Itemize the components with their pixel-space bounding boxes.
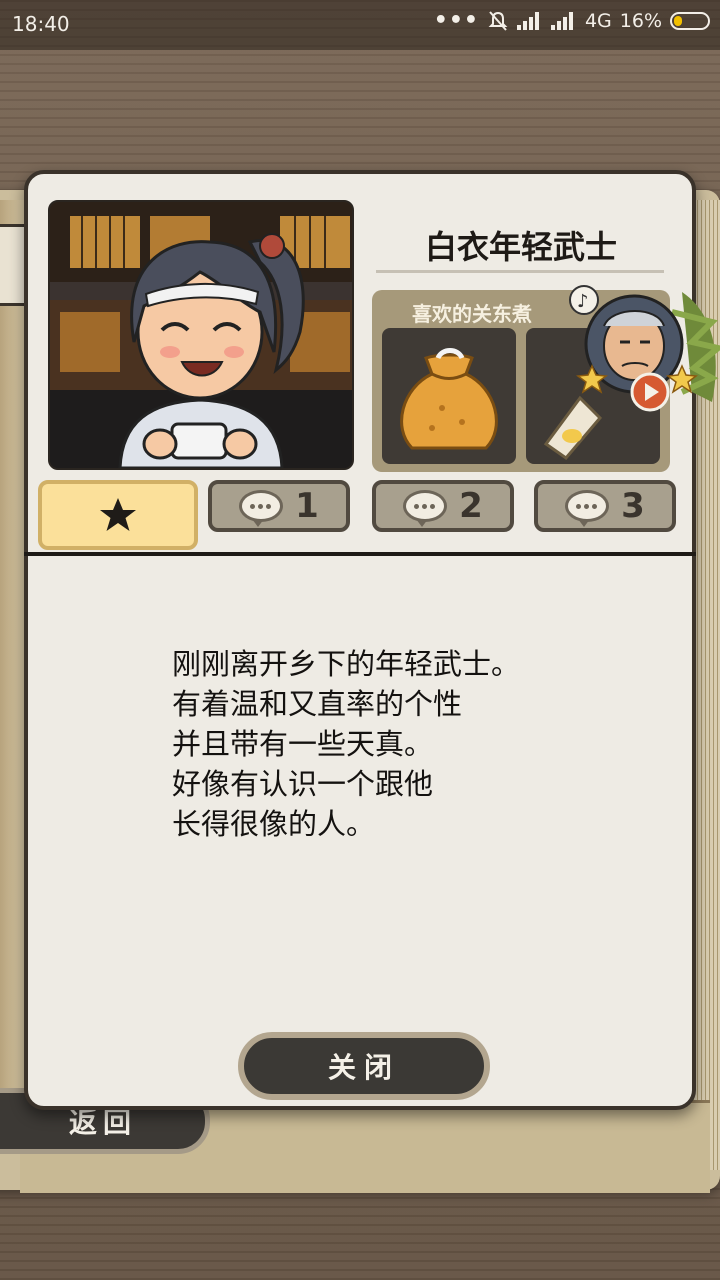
tab-dialogue-1[interactable]: 1 — [208, 480, 350, 532]
signal-icon — [516, 12, 543, 30]
signal-icon-2 — [550, 12, 577, 30]
description-line: 长得很像的人。 — [172, 807, 376, 841]
svg-text:♪: ♪ — [577, 291, 589, 312]
close-button[interactable]: 关闭 — [238, 1032, 490, 1100]
tab-dialogue-3[interactable]: 3 — [534, 480, 676, 532]
speech-bubble-icon — [403, 490, 448, 527]
status-icons: ••• 4G 16% — [434, 10, 710, 32]
tab-dialogue-2[interactable]: 2 — [372, 480, 514, 532]
star-icon — [100, 498, 136, 531]
name-divider — [376, 270, 664, 273]
speech-bubble-icon — [565, 490, 610, 527]
npc-avatar[interactable]: ♪ — [562, 282, 720, 412]
description-line: 有着温和又直率的个性 — [172, 687, 463, 721]
tab-label-1: 1 — [295, 486, 319, 526]
battery-icon — [670, 12, 710, 30]
tab-profile-star[interactable] — [38, 480, 198, 550]
favorite-item-1[interactable] — [382, 328, 516, 464]
tab-label-2: 2 — [459, 486, 483, 526]
character-description: 刚刚离开乡下的年轻武士。 有着温和又直率的个性 并且带有一些天真。 好像有认识一… — [172, 644, 612, 844]
character-name: 白衣年轻武士 — [424, 228, 617, 266]
character-portrait — [48, 200, 354, 470]
description-line: 并且带有一些天真。 — [172, 727, 434, 761]
description-line: 好像有认识一个跟他 — [172, 767, 434, 801]
money-bag-dumpling-icon — [400, 348, 498, 450]
favorite-oden-title: 喜欢的关东煮 — [412, 302, 532, 326]
description-line: 刚刚离开乡下的年轻武士。 — [172, 647, 521, 681]
character-profile-panel: 白衣年轻武士 喜欢的关东煮 ♪ 1 2 3 刚刚离开乡下的年轻武士。 有着温和又… — [24, 170, 720, 1110]
book-left-edge — [0, 200, 26, 1140]
silent-bell-icon — [488, 11, 508, 31]
battery-percent: 16% — [619, 10, 662, 32]
status-bar: 18:40 ••• 4G 16% — [0, 0, 720, 50]
more-dots-icon: ••• — [433, 8, 479, 33]
tab-label-3: 3 — [621, 486, 645, 526]
speech-bubble-icon — [239, 490, 284, 527]
network-type: 4G — [584, 10, 612, 32]
status-time: 18:40 — [12, 12, 70, 36]
